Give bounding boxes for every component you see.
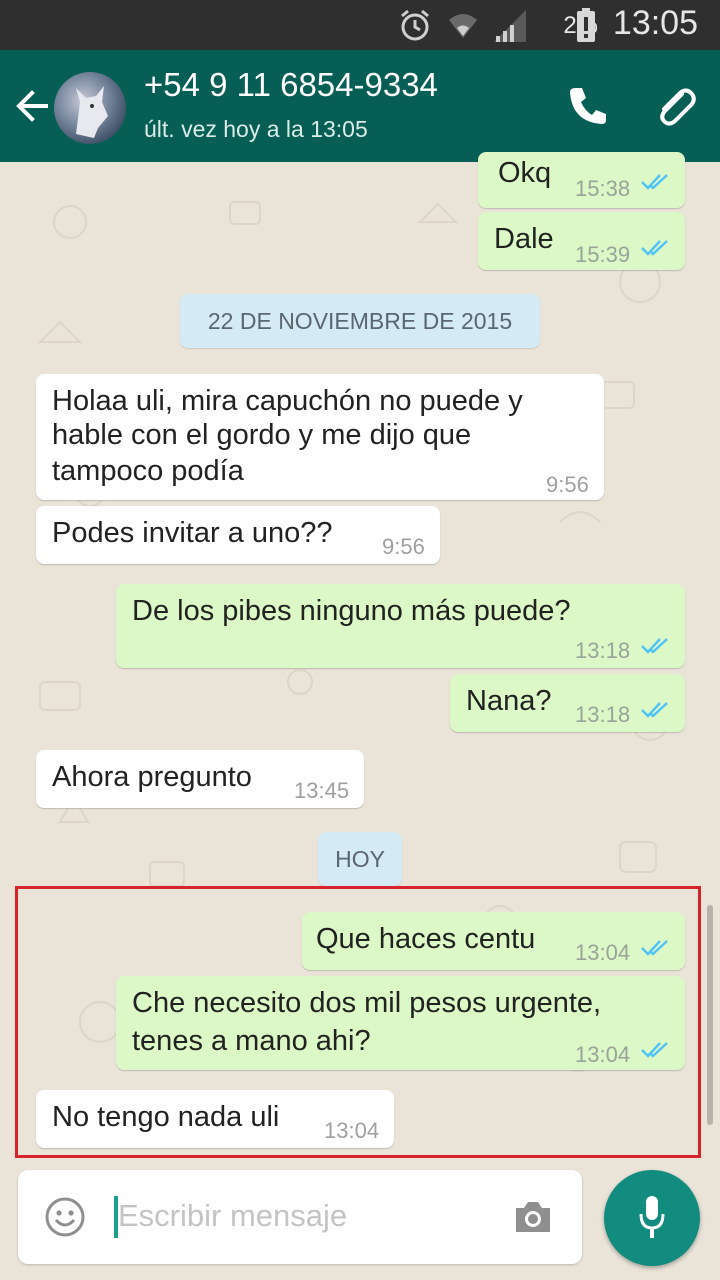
message-text: Podes invitar a uno?? <box>52 517 333 549</box>
contact-name[interactable]: +54 9 11 6854-9334 <box>144 66 438 104</box>
message-text: De los pibes ninguno más puede? <box>132 595 571 627</box>
message-input-bar[interactable]: Escribir mensaje <box>18 1170 582 1264</box>
alarm-icon <box>401 9 429 41</box>
chat-scrollbar[interactable] <box>707 905 713 1125</box>
message-text-line: Holaa uli, mira capuchón no puede y <box>52 385 523 417</box>
message-text-line: hable con el gordo y me dijo que <box>52 419 472 451</box>
message-text: Nana? <box>466 685 552 717</box>
phone-icon[interactable] <box>566 84 610 128</box>
message-bubble-incoming[interactable]: Podes invitar a uno?? 9:56 <box>36 506 440 564</box>
message-text-line: tenes a mano ahi? <box>132 1025 371 1057</box>
avatar[interactable] <box>54 72 126 144</box>
message-time: 13:18 <box>575 638 631 663</box>
emoji-icon[interactable] <box>44 1196 86 1238</box>
message-time: 13:04 <box>324 1118 380 1143</box>
message-bubble-outgoing[interactable]: Nana? 13:18 <box>450 674 685 732</box>
message-time: 15:39 <box>575 242 631 267</box>
message-text: Okq <box>498 157 552 189</box>
message-time: 13:04 <box>575 1042 631 1067</box>
double-check-read-icon <box>641 240 668 256</box>
signal-icon <box>494 10 526 42</box>
message-bubble-incoming[interactable]: Holaa uli, mira capuchón no puede y habl… <box>36 374 604 500</box>
wifi-icon <box>449 14 477 38</box>
message-bubble-incoming[interactable]: Ahora pregunto 13:45 <box>36 750 364 808</box>
chat-header: +54 9 11 6854-9334 últ. vez hoy a la 13:… <box>0 50 720 162</box>
message-time: 9:56 <box>382 534 425 559</box>
double-check-read-icon <box>641 702 668 718</box>
date-separator: 22 DE NOVIEMBRE DE 2015 <box>180 294 540 348</box>
message-bubble-outgoing[interactable]: Che necesito dos mil pesos urgente, tene… <box>116 976 685 1070</box>
battery-icon <box>577 8 595 42</box>
message-text: Dale <box>494 223 554 255</box>
message-bubble-outgoing[interactable]: De los pibes ninguno más puede? 13:18 <box>116 584 685 668</box>
message-bubble-outgoing[interactable]: Okq 15:38 <box>478 152 685 208</box>
message-time: 9:56 <box>546 472 589 497</box>
double-check-read-icon <box>641 940 668 956</box>
double-check-read-icon <box>641 638 668 654</box>
message-time: 13:18 <box>575 702 631 727</box>
message-text-line: Che necesito dos mil pesos urgente, <box>132 987 602 1019</box>
date-separator-label: 22 DE NOVIEMBRE DE 2015 <box>207 308 513 334</box>
message-time: 13:04 <box>575 940 631 965</box>
message-time: 13:45 <box>294 778 350 803</box>
status-bar: 2% 13:05 <box>0 0 720 50</box>
date-separator-label: HOY <box>335 846 385 872</box>
message-bubble-incoming[interactable]: No tengo nada uli 13:04 <box>36 1090 394 1148</box>
arrow-left-icon[interactable] <box>14 88 50 124</box>
paperclip-icon[interactable] <box>652 84 698 130</box>
camera-icon[interactable] <box>512 1198 554 1236</box>
voice-record-button[interactable] <box>604 1170 700 1266</box>
message-bubble-outgoing[interactable]: Que haces centu 13:04 <box>302 912 685 970</box>
message-time: 15:38 <box>575 176 631 201</box>
microphone-icon <box>639 1196 665 1238</box>
last-seen-status: últ. vez hoy a la 13:05 <box>144 116 368 142</box>
message-bubble-outgoing[interactable]: Dale 15:39 <box>478 212 685 270</box>
message-text-line: tampoco podía <box>52 455 244 487</box>
message-text: No tengo nada uli <box>52 1101 280 1133</box>
message-text: Ahora pregunto <box>52 761 252 793</box>
date-separator: HOY <box>318 832 402 886</box>
status-time: 13:05 <box>612 4 698 42</box>
double-check-read-icon <box>641 1042 668 1058</box>
wolf-avatar-image <box>76 86 108 138</box>
message-input[interactable]: Escribir mensaje <box>118 1198 347 1234</box>
double-check-read-icon <box>641 174 668 190</box>
message-text: Que haces centu <box>316 923 536 955</box>
